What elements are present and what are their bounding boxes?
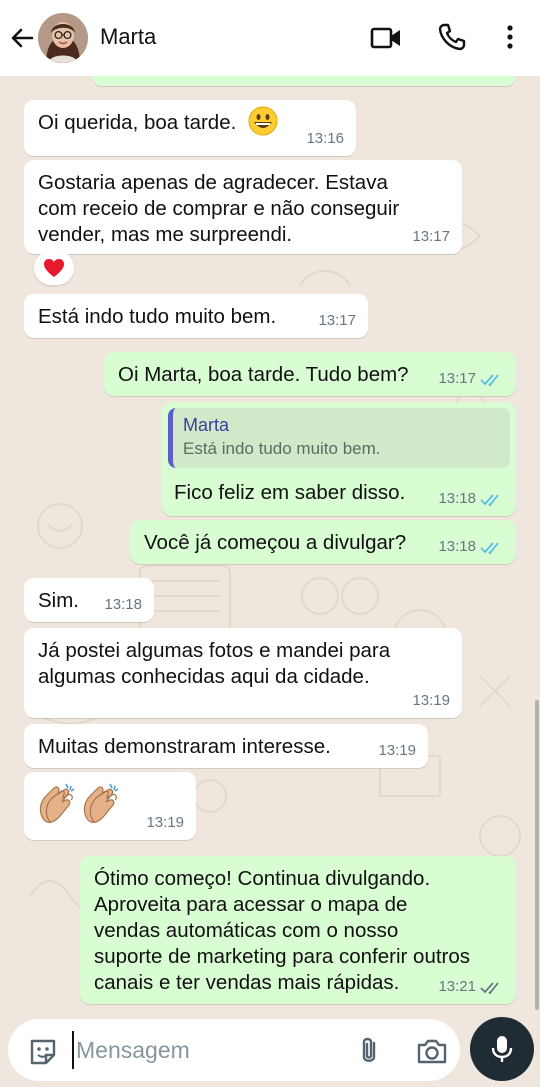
message-time: 13:19 (412, 692, 450, 709)
read-ticks-icon (480, 374, 499, 387)
more-options-icon[interactable] (500, 22, 520, 52)
message-bubble-incoming[interactable]: Oi querida, boa tarde. 13:16 (24, 100, 356, 156)
message-time: 13:17 (438, 370, 476, 387)
message-text: Já postei algumas fotos e mandei para al… (38, 639, 391, 688)
read-ticks-icon (480, 494, 499, 507)
attach-paperclip-icon[interactable] (356, 1035, 382, 1067)
contact-name[interactable]: Marta (100, 24, 156, 50)
phone-call-icon[interactable] (437, 22, 467, 52)
heart-reaction-icon (44, 259, 64, 277)
message-input[interactable] (72, 1031, 342, 1069)
sticker-icon[interactable] (28, 1037, 58, 1067)
delivered-ticks-icon (480, 982, 499, 995)
message-text: Oi querida, boa tarde. (38, 111, 237, 134)
quoted-sender-name: Marta (183, 415, 230, 435)
clapping-hands-emoji-icon (83, 783, 119, 823)
message-time: 13:18 (104, 596, 142, 613)
grinning-face-emoji-icon (248, 106, 278, 136)
quoted-text: Está indo tudo muito bem. (183, 439, 381, 458)
message-input-pill[interactable] (8, 1019, 460, 1081)
message-bubble-incoming[interactable]: Muitas demonstraram interesse. 13:19 (24, 724, 428, 768)
message-bubble-incoming[interactable]: Já postei algumas fotos e mandei para al… (24, 628, 462, 718)
voice-message-button[interactable] (470, 1017, 534, 1081)
message-time: 13:16 (306, 130, 344, 147)
message-bubble-incoming[interactable]: 13:19 (24, 772, 196, 840)
message-time: 13:17 (318, 312, 356, 329)
message-text: Sim. (38, 589, 79, 612)
message-bubble-incoming[interactable]: Gostaria apenas de agradecer. Estava com… (24, 160, 462, 254)
message-text: Você já começou a divulgar? (144, 531, 407, 554)
message-reaction[interactable] (34, 251, 74, 285)
message-bubble-outgoing[interactable]: Marta Está indo tudo muito bem. Fico fel… (162, 402, 516, 516)
message-bubble-incoming[interactable]: Sim. 13:18 (24, 578, 154, 622)
message-time: 13:21 (438, 978, 476, 995)
chat-area[interactable]: Oi querida, boa tarde. 13:16 Gostaria ap… (0, 76, 540, 1011)
message-text: Oi Marta, boa tarde. Tudo bem? (118, 363, 409, 386)
microphone-icon (491, 1036, 513, 1062)
message-bubble-outgoing-partial (92, 76, 516, 86)
message-time: 13:19 (146, 814, 184, 831)
message-bubble-outgoing[interactable]: Oi Marta, boa tarde. Tudo bem? 13:17 (104, 352, 516, 396)
back-arrow-icon[interactable] (8, 24, 36, 52)
message-bubble-outgoing[interactable]: Ótimo começo! Continua divulgando. Aprov… (80, 856, 516, 1004)
message-text: Muitas demonstraram interesse. (38, 735, 331, 758)
read-ticks-icon (480, 542, 499, 555)
clapping-hands-emoji-icon (39, 783, 75, 823)
camera-icon[interactable] (416, 1037, 448, 1065)
message-text: Fico feliz em saber disso. (174, 481, 406, 504)
message-time: 13:18 (438, 490, 476, 507)
quoted-message[interactable]: Marta Está indo tudo muito bem. (168, 408, 510, 468)
video-call-icon[interactable] (370, 24, 402, 52)
message-text: Gostaria apenas de agradecer. Estava com… (38, 171, 400, 246)
message-text: Está indo tudo muito bem. (38, 305, 277, 328)
message-time: 13:17 (412, 228, 450, 245)
scrollbar[interactable] (535, 700, 539, 1010)
message-time: 13:19 (378, 742, 416, 759)
message-bubble-outgoing[interactable]: Você já começou a divulgar? 13:18 (130, 520, 516, 564)
message-bubble-incoming[interactable]: Está indo tudo muito bem. 13:17 (24, 294, 368, 338)
chat-header: Marta (0, 0, 540, 76)
avatar[interactable] (38, 13, 88, 63)
message-time: 13:18 (438, 538, 476, 555)
composer-bar (0, 1011, 540, 1087)
